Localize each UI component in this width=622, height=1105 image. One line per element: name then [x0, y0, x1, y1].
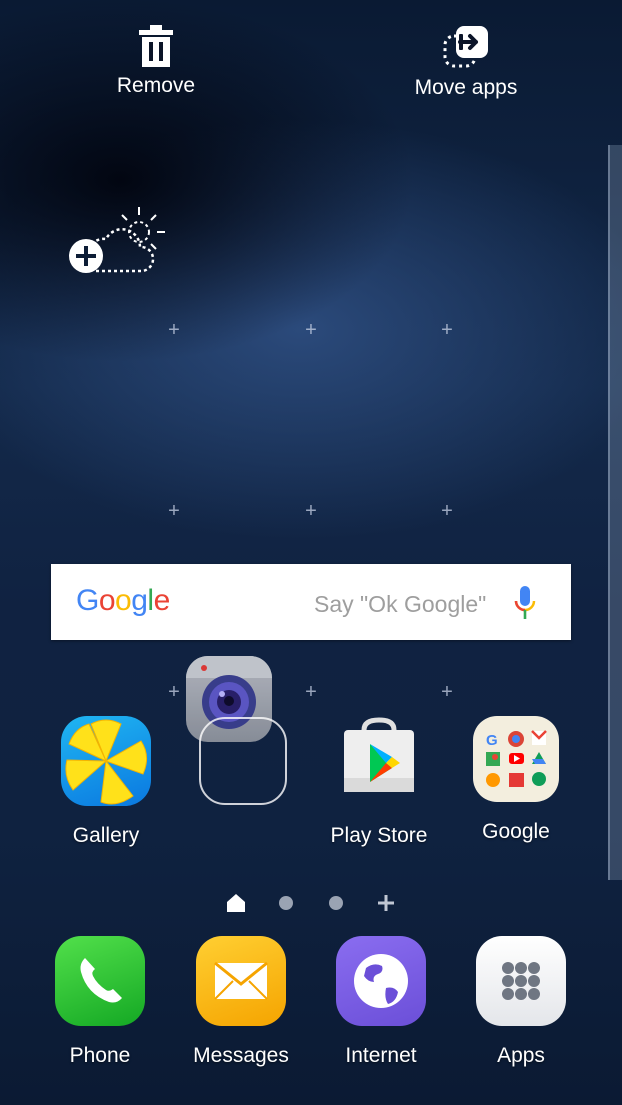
phone-icon: [55, 936, 145, 1026]
remove-label: Remove: [116, 74, 196, 97]
move-apps-icon: [443, 26, 488, 68]
app-label: Internet: [345, 1044, 417, 1067]
app-label: Google: [482, 820, 550, 843]
page-indicator-dot[interactable]: [275, 892, 297, 914]
grid-marker: +: [168, 681, 180, 703]
gallery-icon: [61, 716, 151, 806]
move-apps-action[interactable]: Move apps: [396, 24, 536, 100]
home-page-indicator[interactable]: [225, 892, 247, 914]
google-logo: Google: [76, 584, 170, 617]
app-label: Gallery: [72, 824, 140, 847]
grid-marker: +: [441, 681, 453, 703]
move-apps-label: Move apps: [414, 76, 518, 99]
dock-apps[interactable]: Apps: [471, 936, 571, 1068]
drop-target-outline: [199, 717, 287, 805]
grid-marker: +: [168, 319, 180, 341]
app-play-store[interactable]: Play Store: [326, 716, 432, 848]
grid-marker: +: [305, 500, 317, 522]
dock-internet[interactable]: Internet: [331, 936, 431, 1068]
add-page-icon[interactable]: [375, 892, 397, 914]
app-label: Messages: [193, 1044, 289, 1067]
grid-marker: +: [441, 319, 453, 341]
add-weather-widget-icon: [69, 207, 165, 273]
app-label: Phone: [69, 1044, 131, 1067]
remove-action[interactable]: Remove: [96, 24, 216, 98]
dock-messages[interactable]: Messages: [186, 936, 296, 1068]
google-folder-icon: G: [473, 716, 559, 802]
page-indicator-dot[interactable]: [325, 892, 347, 914]
grid-marker: +: [305, 319, 317, 341]
play-store-icon: [334, 716, 424, 806]
trash-icon: [139, 25, 173, 67]
app-label: Play Store: [330, 824, 428, 847]
grid-marker: +: [305, 681, 317, 703]
svg-text:G: G: [486, 732, 498, 749]
edge-panel-handle[interactable]: [608, 145, 622, 880]
grid-marker: +: [441, 500, 453, 522]
apps-grid-icon: [476, 936, 566, 1026]
messages-icon: [196, 936, 286, 1026]
search-hint: Say "Ok Google": [314, 591, 487, 617]
add-widget-button[interactable]: [66, 205, 176, 285]
mic-icon[interactable]: [513, 584, 537, 624]
app-label: Apps: [497, 1044, 545, 1067]
app-google-folder[interactable]: G Google: [466, 716, 566, 844]
google-search-bar[interactable]: Google Say "Ok Google": [51, 564, 571, 640]
internet-icon: [336, 936, 426, 1026]
app-gallery[interactable]: Gallery: [55, 716, 157, 848]
grid-marker: +: [168, 500, 180, 522]
dock-phone[interactable]: Phone: [50, 936, 150, 1068]
